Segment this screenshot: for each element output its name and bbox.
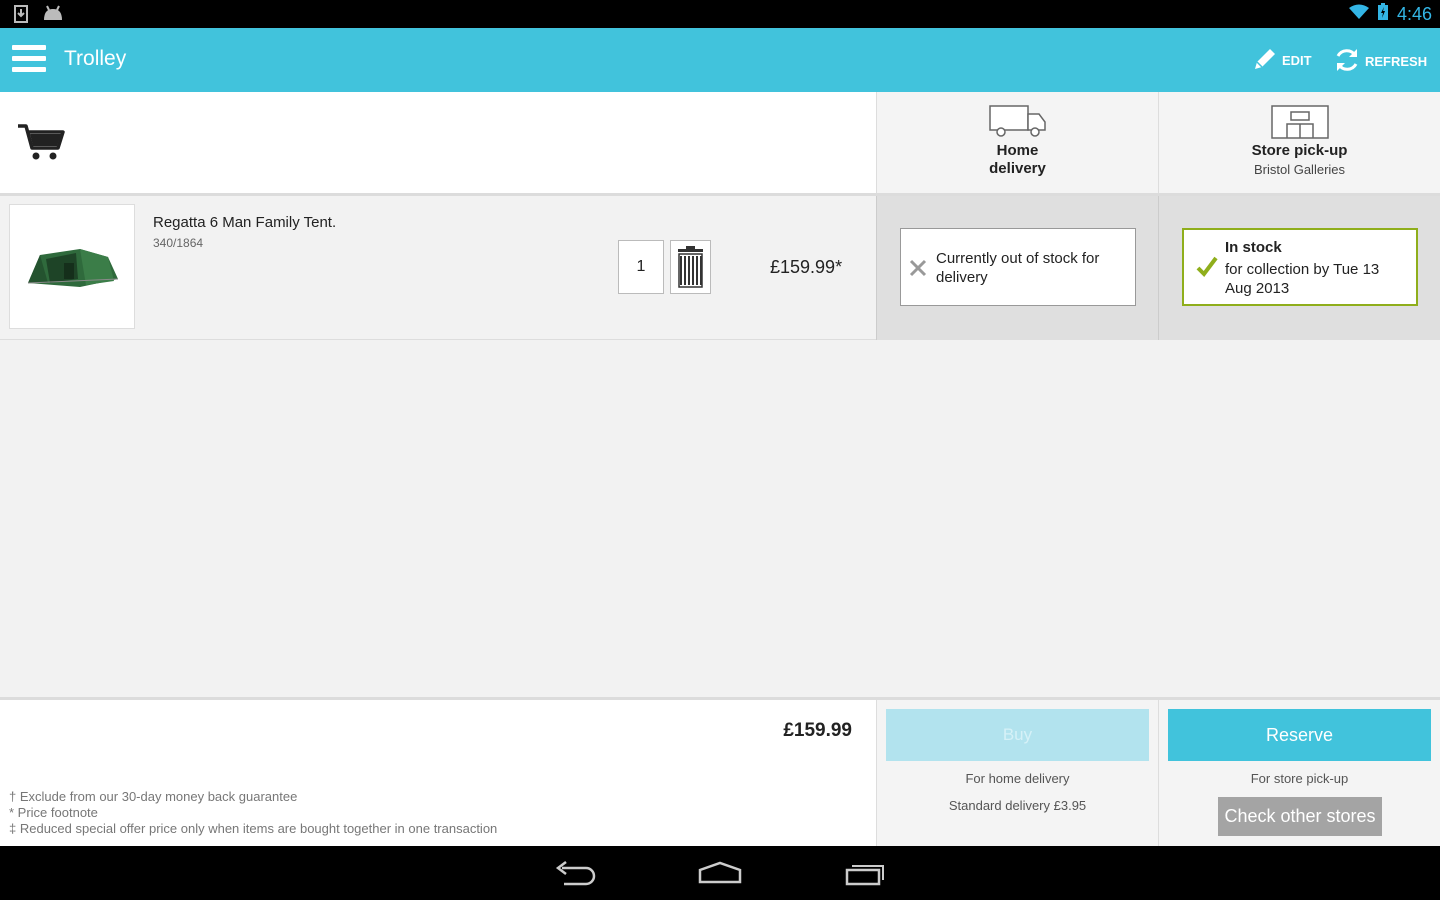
home-icon[interactable] <box>698 860 742 893</box>
in-stock-title: In stock <box>1225 239 1282 256</box>
pencil-icon <box>1252 46 1278 75</box>
download-notification-icon <box>14 5 28 28</box>
store-pickup-column-header: Store pick-up Bristol Galleries <box>1158 92 1440 193</box>
android-notification-icon <box>42 5 64 28</box>
refresh-button[interactable]: REFRESH <box>1333 46 1427 77</box>
cross-icon <box>909 259 927 282</box>
product-image[interactable] <box>9 204 135 329</box>
quantity-input[interactable]: 1 <box>618 240 664 294</box>
home-delivery-caption: For home delivery <box>965 771 1070 786</box>
delivery-cost: Standard delivery £3.95 <box>948 798 1087 813</box>
delivery-availability-cell: Currently out of stock for delivery <box>876 196 1158 340</box>
action-bar: Trolley EDIT REFRESH <box>0 28 1440 92</box>
store-pickup-footer: Reserve For store pick-up Check other st… <box>1158 700 1440 846</box>
home-delivery-label: Home delivery <box>989 142 1046 177</box>
buy-button[interactable]: Buy <box>886 709 1149 761</box>
page-title: Trolley <box>64 47 127 70</box>
footnote-price: * Price footnote <box>9 805 98 820</box>
store-pickup-caption: For store pick-up <box>1250 771 1349 786</box>
home-delivery-footer: Buy For home delivery Standard delivery … <box>876 700 1158 846</box>
check-other-stores-button[interactable]: Check other stores <box>1218 797 1382 836</box>
delete-item-button[interactable] <box>670 240 711 294</box>
footnote-offer: ‡ Reduced special offer price only when … <box>9 821 498 836</box>
refresh-label: REFRESH <box>1365 54 1428 69</box>
clock-time: 4:46 <box>1396 4 1432 24</box>
shopping-cart-icon <box>16 122 66 167</box>
edit-label: EDIT <box>1282 53 1312 68</box>
back-icon[interactable] <box>554 860 598 893</box>
product-name[interactable]: Regatta 6 Man Family Tent. <box>153 214 336 231</box>
store-name: Bristol Galleries <box>1253 162 1346 177</box>
navigation-bar <box>0 846 1440 900</box>
wifi-icon <box>1348 4 1369 25</box>
refresh-icon <box>1333 46 1361 77</box>
reserve-button[interactable]: Reserve <box>1168 709 1431 761</box>
out-of-stock-box: Currently out of stock for delivery <box>900 228 1136 306</box>
status-bar: 4:46 <box>0 0 1440 28</box>
edit-button[interactable]: EDIT <box>1252 46 1312 75</box>
store-icon <box>1159 104 1440 140</box>
product-code: 340/1864 <box>153 236 204 250</box>
trolley-total: £159.99 <box>783 720 852 741</box>
delivery-status-text: Currently out of stock for delivery <box>936 250 1100 286</box>
menu-icon[interactable] <box>12 45 46 75</box>
delivery-truck-icon <box>877 104 1158 140</box>
pickup-status-text: for collection by Tue 13 Aug 2013 <box>1225 261 1380 297</box>
battery-icon <box>1377 3 1389 26</box>
trolley-summary: £159.99 † Exclude from our 30-day money … <box>0 700 876 846</box>
trash-icon <box>671 241 710 293</box>
trolley-header <box>0 92 876 193</box>
store-pickup-label: Store pick-up <box>1251 142 1348 159</box>
checkmark-icon <box>1196 256 1218 283</box>
in-stock-box[interactable]: In stock for collection by Tue 13 Aug 20… <box>1182 228 1418 306</box>
item-price: £159.99* <box>770 257 843 277</box>
recent-apps-icon[interactable] <box>844 860 888 893</box>
footnotes: † Exclude from our 30-day money back gua… <box>9 789 497 837</box>
trolley-item-row: Regatta 6 Man Family Tent. 340/1864 1 £1… <box>0 196 876 340</box>
home-delivery-column-header: Home delivery <box>876 92 1158 193</box>
empty-list-area <box>0 341 1440 697</box>
footnote-guarantee: † Exclude from our 30-day money back gua… <box>9 789 298 804</box>
pickup-availability-cell: In stock for collection by Tue 13 Aug 20… <box>1158 196 1440 340</box>
